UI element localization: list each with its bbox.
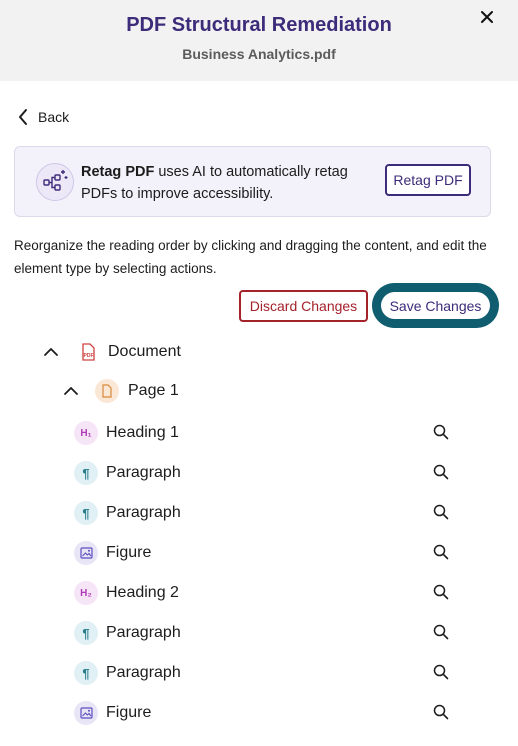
retag-bold-label: Retag PDF [81, 164, 155, 180]
chevron-up-icon[interactable] [42, 343, 60, 361]
page-title: PDF Structural Remediation [126, 14, 392, 36]
figure-icon [74, 701, 98, 725]
tree-node-heading[interactable]: H₁ Heading 1 [74, 418, 454, 448]
tree-node-paragraph[interactable]: ¶ Paragraph [74, 498, 454, 528]
save-focus-ring: Save Changes [372, 283, 499, 328]
magnify-icon[interactable] [432, 503, 450, 521]
tree-node-label: Paragraph [106, 624, 181, 641]
figure-icon [74, 541, 98, 565]
tree-node-figure[interactable]: Figure [74, 698, 454, 728]
tree-node-label: Paragraph [106, 664, 181, 681]
instructions-text: Reorganize the reading order by clicking… [14, 238, 487, 276]
magnify-icon[interactable] [432, 543, 450, 561]
paragraph-icon: ¶ [74, 661, 98, 685]
magnify-icon[interactable] [432, 623, 450, 641]
tree-root-label: Document [108, 343, 181, 360]
tree-node-label: Heading 1 [106, 424, 179, 441]
magnify-icon[interactable] [432, 663, 450, 681]
tree-node-label: Heading 2 [106, 584, 179, 601]
discard-changes-button[interactable]: Discard Changes [239, 290, 368, 322]
tree-node-paragraph[interactable]: ¶ Paragraph [74, 458, 454, 488]
chevron-up-icon[interactable] [62, 382, 80, 400]
back-button[interactable]: Back [17, 106, 69, 128]
heading-icon: H₂ [74, 581, 98, 605]
magnify-icon[interactable] [432, 703, 450, 721]
magnify-icon[interactable] [432, 423, 450, 441]
tree-node-label: Figure [106, 704, 152, 721]
retag-description: Retag PDF uses AI to automatically retag… [81, 161, 381, 205]
save-changes-button[interactable]: Save Changes [381, 292, 490, 319]
tree-node-paragraph[interactable]: ¶ Paragraph [74, 658, 454, 688]
tree-page-label: Page 1 [128, 382, 179, 399]
tree-node-label: Paragraph [106, 464, 181, 481]
tree-node-figure[interactable]: Figure [74, 538, 454, 568]
ai-workflow-icon [36, 163, 74, 201]
back-label: Back [38, 109, 70, 125]
chevron-left-icon [19, 109, 27, 125]
magnify-icon[interactable] [432, 463, 450, 481]
magnify-icon[interactable] [432, 583, 450, 601]
paragraph-icon: ¶ [74, 501, 98, 525]
tree-page-row[interactable]: Page 1 [62, 376, 179, 406]
svg-text:PDF: PDF [84, 353, 94, 359]
tree-node-paragraph[interactable]: ¶ Paragraph [74, 618, 454, 648]
pdf-icon: PDF [78, 340, 98, 364]
tree-node-heading[interactable]: H₂ Heading 2 [74, 578, 454, 608]
retag-info-card: Retag PDF uses AI to automatically retag… [14, 146, 491, 217]
page-icon [95, 379, 119, 403]
paragraph-icon: ¶ [74, 621, 98, 645]
modal-header: PDF Structural Remediation Business Anal… [0, 0, 518, 81]
tree-node-label: Figure [106, 544, 152, 561]
heading-icon: H₁ [74, 421, 98, 445]
close-icon[interactable] [476, 6, 498, 28]
file-name: Business Analytics.pdf [182, 46, 336, 62]
retag-pdf-button[interactable]: Retag PDF [385, 164, 471, 196]
tree-root-row[interactable]: PDF Document [42, 337, 181, 367]
paragraph-icon: ¶ [74, 461, 98, 485]
tree-node-label: Paragraph [106, 504, 181, 521]
